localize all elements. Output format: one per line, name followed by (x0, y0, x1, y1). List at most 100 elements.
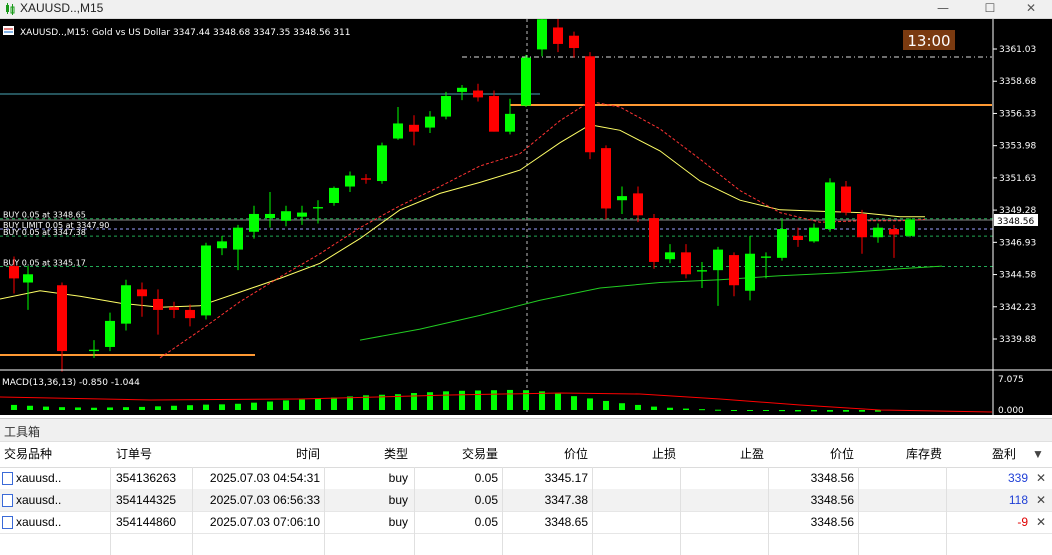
col-time[interactable]: 时间 (200, 443, 320, 465)
bull-candle (441, 96, 451, 117)
order-label: BUY 0.05 at 3347.38 (3, 228, 86, 237)
bull-candle (905, 219, 915, 236)
current-price-label: 3348.56 (997, 217, 1034, 227)
row-order: 354144860 (116, 515, 177, 529)
macd-bar (235, 403, 241, 410)
chart-menu-icon[interactable] (3, 26, 14, 35)
macd-bar (203, 404, 209, 410)
macd-bar (459, 390, 465, 410)
close-order-icon[interactable]: ✕ (1034, 467, 1048, 489)
col-current-price[interactable]: 价位 (774, 443, 854, 465)
col-symbol[interactable]: 交易品种 (4, 443, 104, 465)
macd-bar (667, 407, 673, 410)
window-title: XAUUSD..,M15 (20, 1, 104, 15)
bull-candle (697, 270, 707, 272)
bear-candle (569, 35, 579, 49)
col-type[interactable]: 类型 (330, 443, 408, 465)
bull-candle (873, 227, 883, 238)
row-order: 354144325 (116, 493, 177, 507)
bull-candle (825, 182, 835, 230)
bear-candle (729, 255, 739, 286)
row-open-price: 3348.65 (544, 515, 588, 529)
bull-candle (537, 19, 547, 50)
macd-bar (267, 401, 273, 410)
macd-bar (331, 397, 337, 410)
row-order: 354136263 (116, 471, 177, 485)
price-tick-label: 3346.93 (999, 238, 1036, 248)
row-swap (862, 489, 942, 511)
macd-bar (683, 408, 689, 410)
bear-candle (681, 252, 691, 275)
macd-bar (427, 392, 433, 410)
macd-bar (747, 410, 753, 411)
row-type: buy (388, 515, 408, 529)
row-tp (684, 511, 764, 533)
close-order-icon[interactable]: ✕ (1034, 489, 1048, 511)
table-row[interactable]: xauusd.. 354136263 2025.07.03 04:54:31 b… (0, 467, 1052, 490)
bear-candle (793, 235, 803, 241)
table-row[interactable]: xauusd.. 354144325 2025.07.03 06:56:33 b… (0, 489, 1052, 512)
maximize-button[interactable]: ☐ (973, 0, 1007, 18)
chart-info-line: XAUUSD..,M15: Gold vs US Dollar 3347.44 … (3, 26, 350, 38)
col-tp[interactable]: 止盈 (684, 443, 764, 465)
macd-bar (123, 407, 129, 410)
order-document-icon (2, 516, 13, 529)
bull-candle (89, 349, 99, 352)
bull-candle (665, 252, 675, 260)
row-profit: 118 (1008, 493, 1028, 507)
bull-candle (745, 253, 755, 291)
macd-bar (91, 407, 97, 410)
macd-bar (315, 398, 321, 410)
col-order[interactable]: 订单号 (116, 443, 186, 465)
row-type: buy (388, 471, 408, 485)
bull-candle (345, 175, 355, 187)
ma-fast-line (0, 124, 925, 308)
chart-canvas[interactable]: BUY 0.05 at 3348.65BUY LIMIT 0.05 at 334… (0, 19, 1052, 415)
row-swap (862, 511, 942, 533)
price-chart[interactable]: BUY 0.05 at 3348.65 BUY LIMIT 0.05 at 334… (0, 19, 1052, 415)
bull-candle (249, 213, 259, 232)
bear-candle (889, 229, 899, 235)
bull-candle (521, 57, 531, 106)
row-time: 2025.07.03 07:06:10 (209, 515, 320, 529)
col-open-price[interactable]: 价位 (508, 443, 588, 465)
col-volume[interactable]: 交易量 (420, 443, 498, 465)
minimize-button[interactable]: — (926, 0, 960, 18)
macd-bar (795, 410, 801, 412)
row-swap (862, 467, 942, 489)
close-button[interactable]: ✕ (1014, 0, 1048, 18)
row-current-price: 3348.56 (810, 493, 854, 507)
row-symbol: xauusd.. (16, 493, 62, 507)
bear-candle (857, 213, 867, 238)
time-badge: 13:00 (907, 32, 950, 50)
macd-axis-zero: 0.000 (998, 406, 1024, 415)
price-tick-label: 3361.03 (999, 45, 1036, 55)
bear-candle (585, 56, 595, 153)
price-tick-label: 3351.63 (999, 174, 1036, 184)
col-sl[interactable]: 止损 (596, 443, 676, 465)
sort-arrow-icon[interactable]: ▼ (1032, 443, 1048, 465)
bull-candle (809, 227, 819, 242)
col-swap[interactable]: 库存费 (862, 443, 942, 465)
row-type: buy (388, 493, 408, 507)
col-profit[interactable]: 盈利 (950, 443, 1016, 465)
bear-candle (185, 309, 195, 319)
macd-bar (603, 400, 609, 410)
macd-bar (539, 391, 545, 410)
close-order-icon[interactable]: ✕ (1034, 511, 1048, 533)
bear-candle (169, 307, 179, 310)
price-tick-label: 3353.98 (999, 142, 1036, 152)
macd-bar (107, 407, 113, 410)
toolbox-title: 工具箱 (4, 425, 41, 439)
macd-bar (731, 410, 737, 411)
macd-bar (251, 402, 257, 410)
macd-bar (587, 398, 593, 410)
bear-candle (649, 218, 659, 262)
macd-bar (635, 404, 641, 410)
macd-bar (651, 406, 657, 410)
row-profit: 339 (1007, 471, 1028, 485)
bull-candle (265, 213, 275, 219)
bear-candle (633, 193, 643, 216)
row-current-price: 3348.56 (810, 515, 854, 529)
macd-bar (763, 410, 769, 411)
